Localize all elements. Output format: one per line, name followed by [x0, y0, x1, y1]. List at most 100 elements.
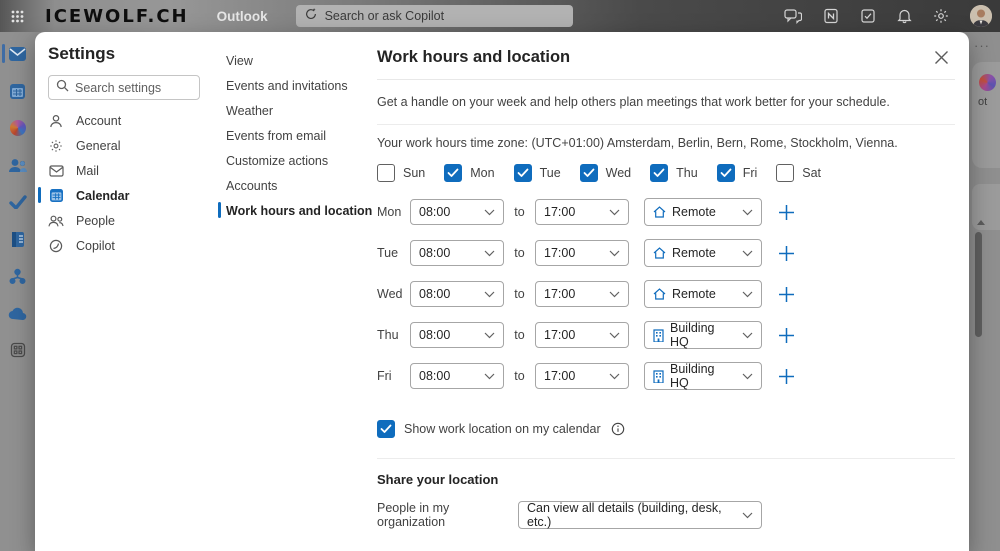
checkbox[interactable] [377, 164, 395, 182]
settings-search-input[interactable] [75, 81, 192, 95]
rail-notebook-icon[interactable] [0, 229, 35, 249]
submenu-item-accounts[interactable]: Accounts [213, 173, 377, 198]
share-audience-label: People in my organization [377, 501, 518, 529]
submenu-item-view[interactable]: View [213, 48, 377, 73]
submenu-label: View [226, 54, 253, 68]
left-app-rail [0, 32, 35, 551]
bell-icon[interactable] [897, 8, 912, 24]
calendar-submenu: View Events and invitations Weather Even… [213, 32, 377, 551]
app-launcher-waffle-icon[interactable] [0, 10, 35, 23]
day-checkbox-thu[interactable]: Thu [650, 164, 698, 182]
day-label: Sun [403, 166, 425, 180]
start-time-dropdown[interactable]: 08:00 [410, 322, 504, 348]
checkbox[interactable] [776, 164, 794, 182]
nav-item-account[interactable]: Account [48, 108, 200, 133]
background-scrollbar-thumb[interactable] [975, 232, 982, 337]
person-icon [48, 114, 64, 128]
start-time-dropdown[interactable]: 08:00 [410, 363, 504, 389]
nav-item-calendar[interactable]: Calendar [48, 183, 200, 208]
start-time-dropdown[interactable]: 08:00 [410, 199, 504, 225]
end-time-dropdown[interactable]: 17:00 [535, 240, 629, 266]
checkbox[interactable] [514, 164, 532, 182]
envelope-icon [48, 165, 64, 177]
rail-more-apps-icon[interactable] [0, 340, 35, 360]
work-hour-row-fri: Fri 08:00 to 17:00 [377, 362, 955, 390]
settings-search[interactable] [48, 75, 200, 100]
end-time-dropdown[interactable]: 17:00 [535, 363, 629, 389]
add-time-slot-icon[interactable] [778, 286, 795, 303]
chevron-down-icon [742, 332, 753, 339]
timezone-text: Your work hours time zone: (UTC+01:00) A… [377, 136, 955, 150]
location-dropdown[interactable]: Building HQ [644, 362, 762, 390]
work-hour-rows: Mon 08:00 to 17:00 [377, 198, 955, 390]
day-label: Thu [676, 166, 698, 180]
rail-mail-icon[interactable] [0, 44, 35, 64]
close-icon[interactable] [927, 44, 955, 72]
submenu-item-customize-actions[interactable]: Customize actions [213, 148, 377, 173]
day-checkbox-tue[interactable]: Tue [514, 164, 561, 182]
location-dropdown[interactable]: Building HQ [644, 321, 762, 349]
location-dropdown[interactable]: Remote [644, 239, 762, 267]
submenu-label: Work hours and location [226, 204, 372, 218]
settings-gear-icon[interactable] [933, 8, 949, 24]
location-value: Remote [672, 287, 716, 301]
end-time-value: 17:00 [544, 369, 575, 383]
panel-description: Get a handle on your week and help other… [377, 80, 955, 125]
add-time-slot-icon[interactable] [778, 327, 795, 344]
user-avatar[interactable] [970, 5, 992, 27]
end-time-dropdown[interactable]: 17:00 [535, 281, 629, 307]
start-time-dropdown[interactable]: 08:00 [410, 281, 504, 307]
end-time-dropdown[interactable]: 17:00 [535, 199, 629, 225]
tasks-icon[interactable] [860, 8, 876, 24]
global-search[interactable] [296, 5, 573, 27]
rail-todo-icon[interactable] [0, 192, 35, 212]
location-dropdown[interactable]: Remote [644, 198, 762, 226]
location-dropdown[interactable]: Remote [644, 280, 762, 308]
rail-onedrive-icon[interactable] [0, 303, 35, 323]
add-time-slot-icon[interactable] [778, 368, 795, 385]
location-icon [653, 370, 664, 383]
day-label: Sat [802, 166, 821, 180]
checkbox[interactable] [717, 164, 735, 182]
submenu-item-work-hours[interactable]: Work hours and location [213, 198, 377, 223]
day-checkbox-fri[interactable]: Fri [717, 164, 758, 182]
day-checkbox-sun[interactable]: Sun [377, 164, 425, 182]
notes-icon[interactable] [823, 8, 839, 24]
checkbox[interactable] [444, 164, 462, 182]
share-audience-row: People in my organization Can view all d… [377, 501, 955, 529]
day-checkbox-sat[interactable]: Sat [776, 164, 821, 182]
nav-item-general[interactable]: General [48, 133, 200, 158]
to-label: to [504, 246, 535, 260]
day-checkbox-mon[interactable]: Mon [444, 164, 494, 182]
weekday-checkboxes: Sun Mon Tue Wed Thu [377, 164, 955, 182]
start-time-dropdown[interactable]: 08:00 [410, 240, 504, 266]
add-time-slot-icon[interactable] [778, 245, 795, 262]
rail-copilot-icon[interactable] [0, 118, 35, 138]
info-icon[interactable] [611, 422, 625, 436]
search-icon [56, 79, 69, 97]
start-time-value: 08:00 [419, 328, 450, 342]
chevron-down-icon [742, 291, 753, 298]
end-time-dropdown[interactable]: 17:00 [535, 322, 629, 348]
add-time-slot-icon[interactable] [778, 204, 795, 221]
rail-people-icon[interactable] [0, 155, 35, 175]
background-copilot-card: ot [972, 62, 1000, 168]
day-checkbox-wed[interactable]: Wed [580, 164, 631, 182]
share-detail-dropdown[interactable]: Can view all details (building, desk, et… [518, 501, 762, 529]
scroll-up-arrow-icon[interactable] [977, 220, 985, 225]
submenu-item-events-invitations[interactable]: Events and invitations [213, 73, 377, 98]
nav-item-people[interactable]: People [48, 208, 200, 233]
chat-icon[interactable] [784, 8, 802, 24]
submenu-item-weather[interactable]: Weather [213, 98, 377, 123]
rail-org-icon[interactable] [0, 266, 35, 286]
nav-item-copilot[interactable]: Copilot [48, 233, 200, 258]
nav-item-mail[interactable]: Mail [48, 158, 200, 183]
location-icon [653, 329, 664, 342]
submenu-item-events-from-email[interactable]: Events from email [213, 123, 377, 148]
rail-calendar-icon[interactable] [0, 81, 35, 101]
show-location-checkbox[interactable]: Show work location on my calendar [377, 420, 955, 438]
checkbox[interactable] [377, 420, 395, 438]
checkbox[interactable] [580, 164, 598, 182]
global-search-input[interactable] [325, 9, 565, 23]
checkbox[interactable] [650, 164, 668, 182]
